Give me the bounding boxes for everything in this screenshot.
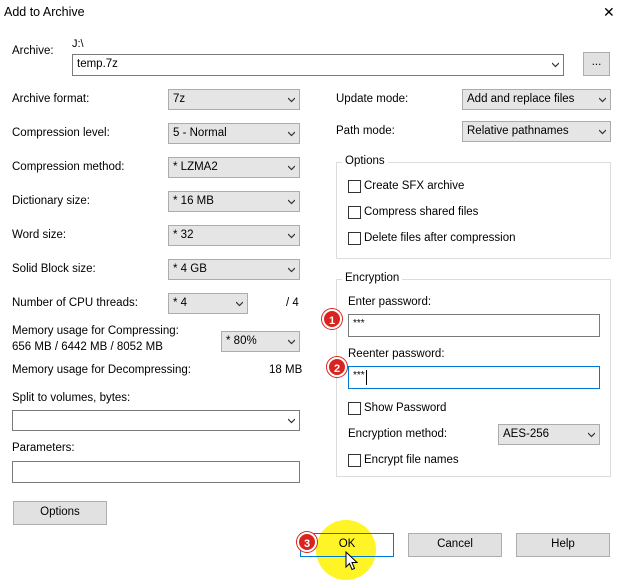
chevron-down-icon (288, 418, 295, 424)
text-caret (366, 370, 367, 385)
solid-block-size-label: Solid Block size: (12, 263, 96, 275)
annotation-badge-2: 2 (327, 357, 347, 377)
chevron-down-icon (588, 432, 595, 438)
help-button[interactable]: Help (516, 533, 610, 557)
archive-format-select[interactable]: 7z (168, 89, 300, 110)
create-sfx-checkbox[interactable] (348, 180, 361, 193)
reenter-password-input[interactable]: *** (348, 366, 600, 389)
options-group-title: Options (342, 155, 388, 167)
archive-label: Archive: (12, 45, 54, 57)
enter-password-input[interactable]: *** (348, 314, 600, 337)
encryption-group-title: Encryption (342, 272, 403, 284)
encryption-method-select[interactable]: AES-256 (498, 424, 600, 445)
encryption-method-value: AES-256 (503, 428, 550, 440)
solid-block-size-value: * 4 GB (173, 263, 207, 275)
reenter-password-value: *** (353, 370, 365, 381)
archive-name-value: temp.7z (77, 58, 118, 70)
options-button-label: Options (40, 506, 80, 518)
memory-compress-select[interactable]: * 80% (221, 331, 300, 352)
compression-method-value: * LZMA2 (173, 161, 218, 173)
chevron-down-icon (599, 129, 606, 135)
update-mode-label: Update mode: (336, 93, 409, 105)
dictionary-size-select[interactable]: * 16 MB (168, 191, 300, 212)
path-mode-select[interactable]: Relative pathnames (462, 121, 611, 142)
encryption-method-label: Encryption method: (348, 428, 448, 440)
options-button[interactable]: Options (13, 501, 107, 525)
chevron-down-icon (288, 339, 295, 345)
chevron-down-icon (599, 97, 606, 103)
delete-after-label: Delete files after compression (364, 232, 516, 244)
annotation-badge-3: 3 (297, 532, 317, 552)
chevron-down-icon (236, 301, 243, 307)
word-size-value: * 32 (173, 229, 194, 241)
cpu-threads-select[interactable]: * 4 (168, 293, 248, 314)
chevron-down-icon (552, 62, 559, 68)
word-size-label: Word size: (12, 229, 67, 241)
compress-shared-label: Compress shared files (364, 206, 479, 218)
solid-block-size-select[interactable]: * 4 GB (168, 259, 300, 280)
archive-format-value: 7z (173, 93, 186, 105)
memory-compress-values: 656 MB / 6442 MB / 8052 MB (12, 341, 163, 353)
chevron-down-icon (288, 233, 295, 239)
chevron-down-icon (288, 267, 295, 273)
help-button-label: Help (551, 538, 575, 550)
window-title: Add to Archive (4, 5, 85, 19)
compression-level-value: 5 - Normal (173, 127, 227, 139)
path-mode-value: Relative pathnames (467, 125, 569, 137)
word-size-select[interactable]: * 32 (168, 225, 300, 246)
chevron-down-icon (288, 97, 295, 103)
annotation-badge-1: 1 (322, 309, 342, 329)
update-mode-select[interactable]: Add and replace files (462, 89, 611, 110)
parameters-input[interactable] (12, 461, 300, 483)
enter-password-value: *** (353, 318, 365, 329)
create-sfx-label: Create SFX archive (364, 180, 465, 192)
reenter-password-label: Reenter password: (348, 348, 445, 360)
cancel-button[interactable]: Cancel (408, 533, 502, 557)
memory-compress-label: Memory usage for Compressing: (12, 325, 179, 337)
encrypt-names-label: Encrypt file names (364, 454, 459, 466)
chevron-down-icon (288, 199, 295, 205)
compression-level-select[interactable]: 5 - Normal (168, 123, 300, 144)
update-mode-value: Add and replace files (467, 93, 575, 105)
memory-decompress-value: 18 MB (269, 364, 303, 376)
cpu-threads-max: / 4 (286, 297, 299, 309)
archive-name-combo[interactable]: temp.7z (72, 54, 564, 76)
memory-decompress-label: Memory usage for Decompressing: (12, 364, 191, 376)
dictionary-size-value: * 16 MB (173, 195, 214, 207)
chevron-down-icon (288, 131, 295, 137)
cpu-threads-label: Number of CPU threads: (12, 297, 138, 309)
show-password-checkbox[interactable] (348, 402, 361, 415)
compression-method-label: Compression method: (12, 161, 125, 173)
compress-shared-checkbox[interactable] (348, 206, 361, 219)
encrypt-names-checkbox[interactable] (348, 454, 361, 467)
memory-compress-value: * 80% (226, 335, 257, 347)
cancel-button-label: Cancel (437, 538, 473, 550)
browse-button[interactable]: ... (583, 52, 610, 76)
path-mode-label: Path mode: (336, 125, 395, 137)
close-icon[interactable]: ✕ (603, 4, 615, 21)
cpu-threads-value: * 4 (173, 297, 188, 309)
enter-password-label: Enter password: (348, 296, 432, 308)
browse-button-label: ... (591, 56, 602, 68)
archive-path: J:\ (72, 38, 84, 50)
dictionary-size-label: Dictionary size: (12, 195, 90, 207)
mouse-cursor-icon (345, 551, 358, 571)
split-volumes-label: Split to volumes, bytes: (12, 392, 131, 404)
delete-after-checkbox[interactable] (348, 232, 361, 245)
split-volumes-combo[interactable] (12, 410, 300, 431)
compression-level-label: Compression level: (12, 127, 110, 139)
compression-method-select[interactable]: * LZMA2 (168, 157, 300, 178)
chevron-down-icon (288, 165, 295, 171)
archive-format-label: Archive format: (12, 93, 90, 105)
show-password-label: Show Password (364, 402, 447, 414)
parameters-label: Parameters: (12, 442, 75, 454)
